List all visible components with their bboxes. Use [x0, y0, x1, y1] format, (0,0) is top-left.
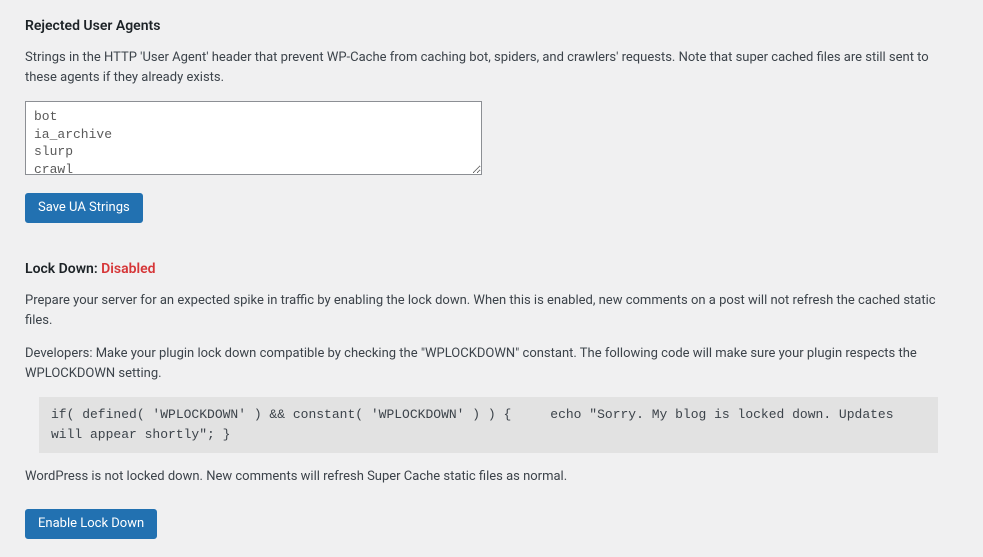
rejected-ua-heading: Rejected User Agents: [25, 18, 958, 34]
ua-textarea-wrapper: [25, 101, 482, 179]
lockdown-description-1: Prepare your server for an expected spik…: [25, 291, 958, 330]
lockdown-heading-prefix: Lock Down:: [25, 261, 101, 277]
lockdown-description-3: WordPress is not locked down. New commen…: [25, 467, 958, 487]
rejected-ua-description: Strings in the HTTP 'User Agent' header …: [25, 48, 958, 87]
save-ua-strings-button[interactable]: Save UA Strings: [25, 193, 143, 223]
enable-lockdown-button[interactable]: Enable Lock Down: [25, 509, 157, 539]
lockdown-description-2: Developers: Make your plugin lock down c…: [25, 344, 958, 383]
lockdown-status: Disabled: [101, 261, 155, 277]
lockdown-code-sample: if( defined( 'WPLOCKDOWN' ) && constant(…: [39, 397, 938, 453]
lockdown-heading: Lock Down: Disabled: [25, 261, 958, 277]
rejected-ua-textarea[interactable]: [25, 101, 482, 175]
